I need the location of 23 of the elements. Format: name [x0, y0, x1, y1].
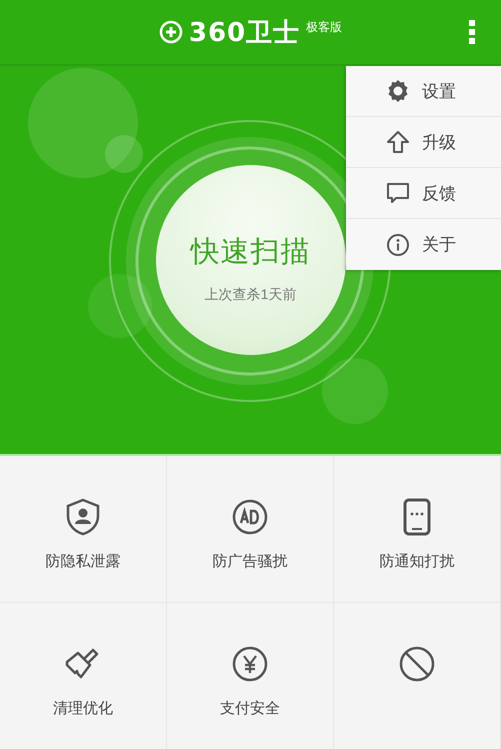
feature-tile[interactable]: 防通知打扰 — [334, 456, 501, 603]
yuan-coin-icon — [231, 645, 269, 683]
menu-item[interactable]: 升级 — [346, 117, 501, 168]
speech-bubble-icon — [386, 181, 410, 205]
more-menu-button[interactable] — [469, 20, 475, 44]
menu-item[interactable]: 反馈 — [346, 168, 501, 219]
up-arrow-icon — [386, 130, 410, 154]
last-scan-text: 上次查杀1天前 — [204, 286, 296, 304]
info-icon — [386, 232, 410, 256]
feature-tile[interactable]: 防广告骚扰 — [167, 456, 334, 603]
menu-item[interactable]: 关于 — [346, 219, 501, 270]
menu-item[interactable]: 设置 — [346, 66, 501, 117]
shield-person-icon — [65, 498, 101, 536]
quick-scan-button[interactable]: 快速扫描 上次查杀1天前 — [156, 165, 346, 355]
feature-tile[interactable]: 防隐私泄露 — [0, 456, 167, 603]
edition-label: 极客版 — [306, 18, 342, 36]
overflow-menu-icon — [469, 20, 475, 44]
app-logo: 360卫士 — [188, 16, 300, 50]
settings-icon — [386, 79, 410, 103]
ad-icon — [231, 498, 269, 536]
phone-icon — [403, 498, 431, 536]
prohibited-icon — [398, 645, 436, 683]
logo-plus-icon — [158, 20, 183, 44]
